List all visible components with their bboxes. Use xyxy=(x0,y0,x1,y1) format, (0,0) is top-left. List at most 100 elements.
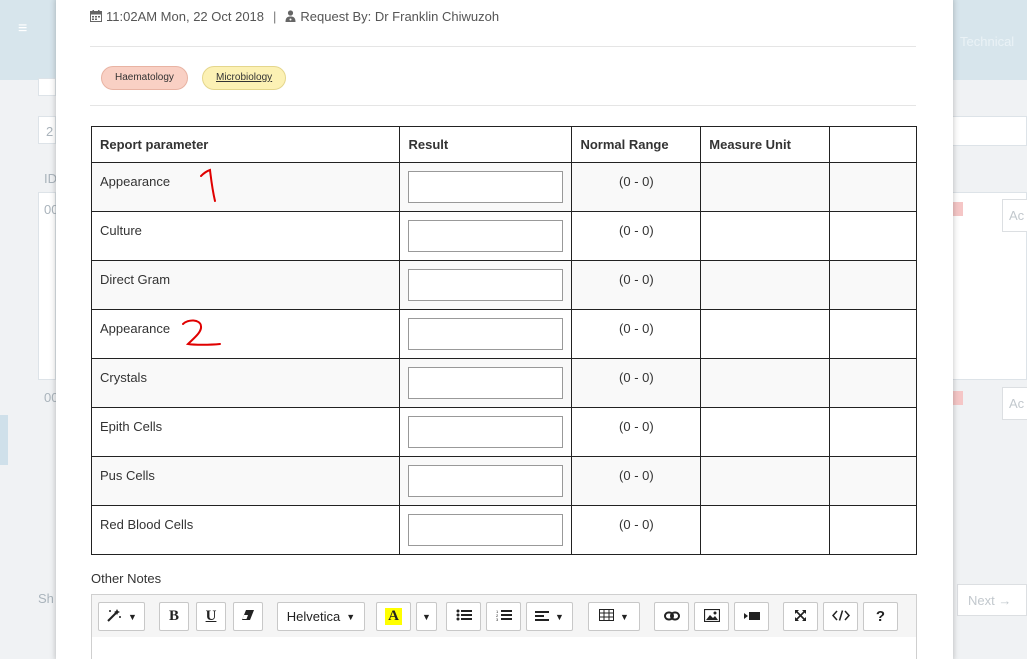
column-header-parameter: Report parameter xyxy=(90,126,401,163)
parameter-cell: Appearance xyxy=(90,309,401,359)
result-input[interactable] xyxy=(408,171,564,203)
video-icon xyxy=(743,609,760,624)
user-menu[interactable]: Technical xyxy=(960,34,1014,49)
tag-microbiology[interactable]: Microbiology xyxy=(202,66,287,90)
color-dropdown-button[interactable]: ▼ xyxy=(416,602,437,631)
normal-range-cell: (0 - 0) xyxy=(571,260,702,310)
background-sidebar-tab xyxy=(0,415,8,465)
table-row: Epith Cells (0 - 0) xyxy=(90,407,917,457)
column-header-result: Result xyxy=(399,126,573,163)
background-action-button[interactable]: Ac xyxy=(1002,199,1027,232)
table-header-row: Report parameter Result Normal Range Mea… xyxy=(90,126,917,163)
background-status-badge xyxy=(953,391,963,405)
extra-cell xyxy=(829,309,917,359)
next-page-button[interactable]: Next → xyxy=(957,584,1027,616)
column-header-normal-range: Normal Range xyxy=(571,126,702,163)
ordered-list-icon: 123 xyxy=(496,609,512,625)
ordered-list-button[interactable]: 123 xyxy=(486,602,521,631)
result-cell xyxy=(399,407,573,457)
column-header-extra xyxy=(829,126,917,163)
font-family-dropdown[interactable]: Helvetica ▼ xyxy=(277,602,365,631)
highlight-color-button[interactable]: A xyxy=(376,602,411,631)
result-input[interactable] xyxy=(408,220,564,252)
parameter-cell: Pus Cells xyxy=(90,456,401,506)
result-cell xyxy=(399,309,573,359)
normal-range-cell: (0 - 0) xyxy=(571,162,702,212)
result-cell xyxy=(399,456,573,506)
result-input[interactable] xyxy=(408,269,564,301)
normal-range-cell: (0 - 0) xyxy=(571,505,702,555)
highlight-letter: A xyxy=(385,608,402,625)
result-cell xyxy=(399,358,573,408)
parameter-cell: Epith Cells xyxy=(90,407,401,457)
background-field xyxy=(38,78,56,96)
result-input[interactable] xyxy=(408,514,564,546)
insert-link-button[interactable] xyxy=(654,602,689,631)
normal-range-cell: (0 - 0) xyxy=(571,309,702,359)
result-cell xyxy=(399,211,573,261)
menu-icon[interactable]: ≡ xyxy=(18,20,27,38)
link-icon xyxy=(663,609,680,624)
measure-unit-cell xyxy=(700,358,831,408)
unordered-list-button[interactable] xyxy=(446,602,481,631)
parameter-cell: Crystals xyxy=(90,358,401,408)
table-row: Appearance (0 - 0) xyxy=(90,309,917,359)
result-input[interactable] xyxy=(408,318,564,350)
normal-range-cell: (0 - 0) xyxy=(571,456,702,506)
other-notes-label: Other Notes xyxy=(91,571,162,586)
extra-cell xyxy=(829,407,917,457)
table-row: Appearance (0 - 0) xyxy=(90,162,917,212)
fullscreen-icon xyxy=(794,609,807,625)
insert-picture-button[interactable] xyxy=(694,602,729,631)
font-family-value: Helvetica xyxy=(286,609,341,624)
background-action-button[interactable]: Ac xyxy=(1002,387,1027,420)
help-button[interactable]: ? xyxy=(863,602,898,631)
code-view-icon xyxy=(831,609,850,624)
background-row-1 xyxy=(38,192,56,380)
style-dropdown-button[interactable]: ▼ xyxy=(98,602,145,631)
calendar-icon xyxy=(90,10,102,25)
fullscreen-button[interactable] xyxy=(783,602,818,631)
parameter-cell: Appearance xyxy=(90,162,401,212)
extra-cell xyxy=(829,260,917,310)
eraser-icon xyxy=(241,609,255,624)
parameter-cell: Red Blood Cells xyxy=(90,505,401,555)
clear-format-button[interactable] xyxy=(233,602,263,631)
table-row: Red Blood Cells (0 - 0) xyxy=(90,505,917,555)
normal-range-cell: (0 - 0) xyxy=(571,407,702,457)
insert-video-button[interactable] xyxy=(734,602,769,631)
measure-unit-cell xyxy=(700,407,831,457)
report-table: Report parameter Result Normal Range Mea… xyxy=(90,126,917,555)
chevron-down-icon: ▼ xyxy=(422,611,431,622)
result-cell xyxy=(399,162,573,212)
magic-wand-icon xyxy=(106,608,122,625)
lab-result-modal: 11:02AM Mon, 22 Oct 2018 | Request By: Dr… xyxy=(56,0,953,659)
background-show-entries: Sh xyxy=(38,591,54,606)
table-row: Pus Cells (0 - 0) xyxy=(90,456,917,506)
paragraph-align-dropdown[interactable]: ▼ xyxy=(526,602,573,631)
picture-icon xyxy=(703,608,720,625)
table-dropdown-button[interactable]: ▼ xyxy=(588,602,640,631)
extra-cell xyxy=(829,162,917,212)
measure-unit-cell xyxy=(700,162,831,212)
measure-unit-cell xyxy=(700,505,831,555)
background-search xyxy=(952,116,1027,146)
underline-button[interactable]: U xyxy=(196,602,226,631)
code-view-button[interactable] xyxy=(823,602,858,631)
table-row: Direct Gram (0 - 0) xyxy=(90,260,917,310)
background-field-text: 2 xyxy=(46,124,54,139)
extra-cell xyxy=(829,456,917,506)
result-cell xyxy=(399,260,573,310)
divider xyxy=(90,105,916,106)
extra-cell xyxy=(829,211,917,261)
tag-haematology[interactable]: Haematology xyxy=(101,66,188,90)
measure-unit-cell xyxy=(700,456,831,506)
bold-button[interactable]: B xyxy=(159,602,189,631)
result-input[interactable] xyxy=(408,367,564,399)
result-input[interactable] xyxy=(408,416,564,448)
unordered-list-icon xyxy=(456,609,472,624)
request-by: Request By: Dr Franklin Chiwuzoh xyxy=(300,9,500,24)
other-notes-editor[interactable] xyxy=(91,637,917,659)
table-row: Culture (0 - 0) xyxy=(90,211,917,261)
result-input[interactable] xyxy=(408,465,564,497)
